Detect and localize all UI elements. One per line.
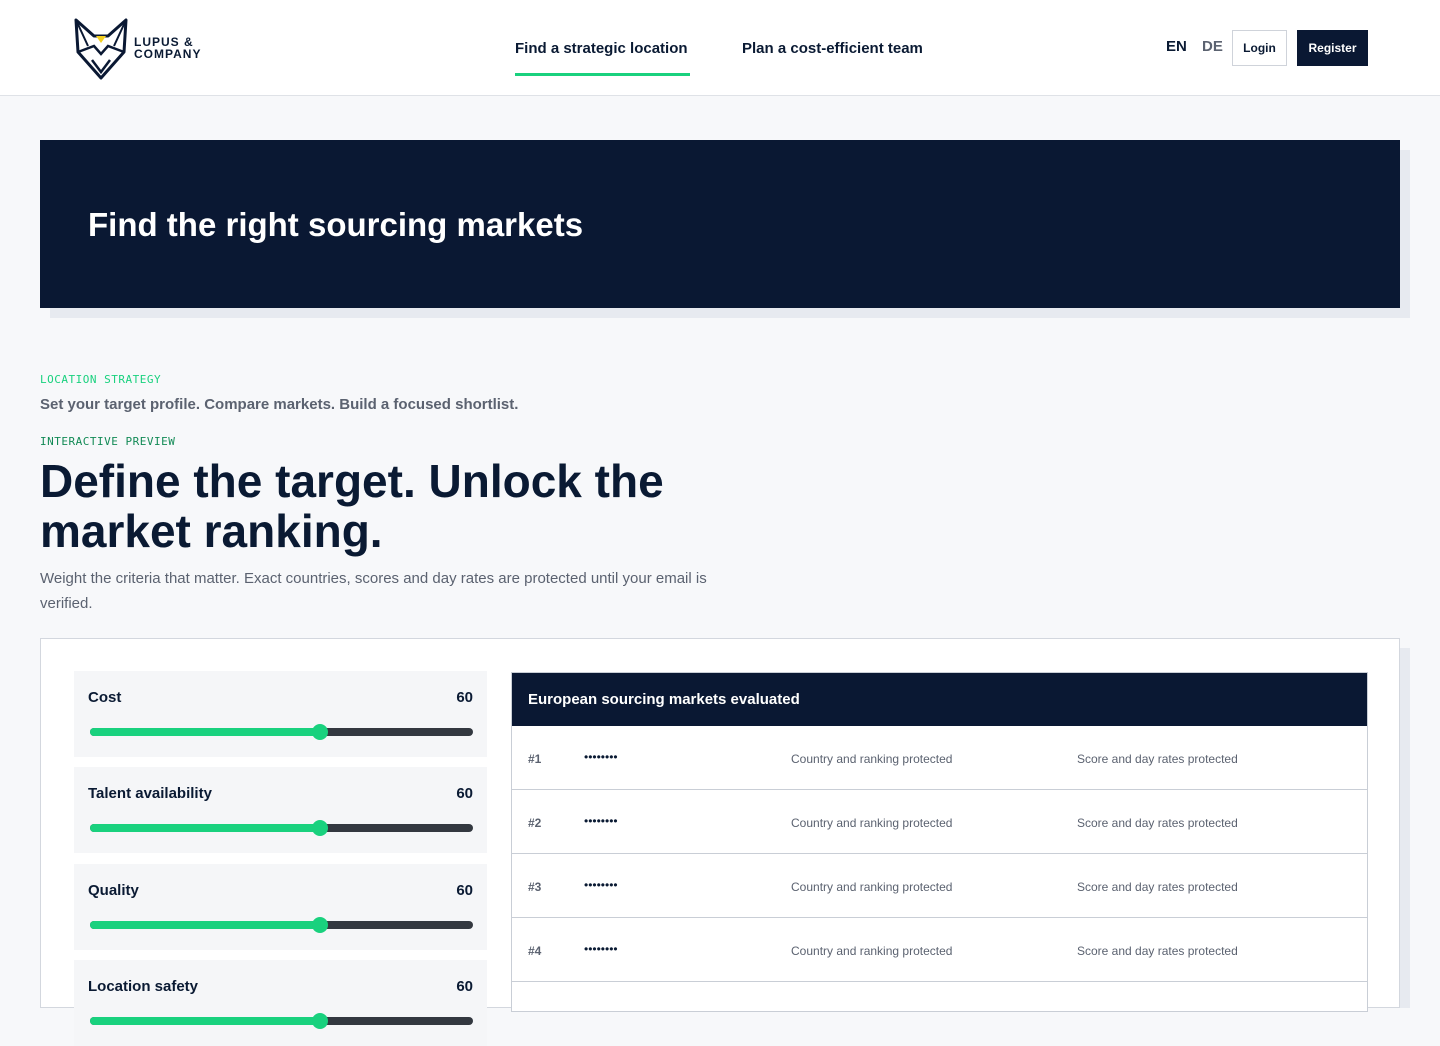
hero-banner: Find the right sourcing markets (40, 140, 1400, 308)
language-en[interactable]: EN (1166, 38, 1187, 55)
rank-cell: #2 (528, 816, 542, 830)
slider-track[interactable] (90, 820, 473, 836)
slider-fill (90, 921, 320, 929)
slider-label: Location safety (88, 978, 199, 995)
country-cell: Country and ranking protected (791, 880, 953, 894)
market-ranking-table: European sourcing markets evaluated #1 •… (511, 672, 1368, 1012)
table-row: #2 •••••••• Country and ranking protecte… (512, 790, 1367, 854)
masked-name-cell: •••••••• (584, 942, 618, 956)
logo-line-2: COMPANY (134, 47, 202, 61)
slider-value: 60 (456, 785, 473, 802)
slider-label: Talent availability (88, 785, 212, 802)
top-navigation-bar: LUPUS & COMPANY Find a strategic locatio… (0, 0, 1440, 96)
hero-title: Find the right sourcing markets (88, 206, 584, 243)
table-row: #4 •••••••• Country and ranking protecte… (512, 918, 1367, 982)
score-cell: Score and day rates protected (1077, 944, 1238, 958)
country-cell: Country and ranking protected (791, 944, 953, 958)
section-subline: Set your target profile. Compare markets… (40, 396, 519, 413)
nav-find-location[interactable]: Find a strategic location (515, 0, 688, 96)
slider-value: 60 (456, 978, 473, 995)
table-title: European sourcing markets evaluated (512, 673, 1367, 726)
score-cell: Score and day rates protected (1077, 880, 1238, 894)
slider-thumb[interactable] (311, 820, 328, 836)
rank-cell: #4 (528, 944, 542, 958)
slider-value: 60 (456, 882, 473, 899)
slider-value: 60 (456, 689, 473, 706)
score-cell: Score and day rates protected (1077, 816, 1238, 830)
table-row: #1 •••••••• Country and ranking protecte… (512, 726, 1367, 790)
country-cell: Country and ranking protected (791, 752, 953, 766)
slider-quality: Quality 60 (74, 864, 487, 950)
slider-fill (90, 824, 320, 832)
rank-cell: #3 (528, 880, 542, 894)
slider-location-safety: Location safety 60 (74, 960, 487, 1046)
logo-wordmark: LUPUS & COMPANY (134, 36, 201, 60)
page-description: Weight the criteria that matter. Exact c… (40, 570, 707, 612)
masked-name-cell: •••••••• (584, 878, 618, 892)
slider-fill (90, 1017, 320, 1025)
masked-name-cell: •••••••• (584, 750, 618, 764)
login-button[interactable]: Login (1232, 30, 1287, 66)
slider-talent-availability: Talent availability 60 (74, 767, 487, 853)
register-button[interactable]: Register (1297, 30, 1368, 66)
nav-active-indicator (515, 73, 690, 76)
slider-label: Quality (88, 882, 139, 899)
section-eyebrow: LOCATION STRATEGY (40, 373, 162, 386)
score-cell: Score and day rates protected (1077, 752, 1238, 766)
country-cell: Country and ranking protected (791, 816, 953, 830)
page-headline: Define the target. Unlock the market ran… (40, 455, 664, 557)
slider-track[interactable] (90, 1013, 473, 1029)
slider-thumb[interactable] (311, 1013, 328, 1029)
slider-thumb[interactable] (311, 724, 328, 740)
language-de[interactable]: DE (1202, 38, 1223, 55)
slider-label: Cost (88, 689, 122, 706)
preview-label: INTERACTIVE PREVIEW (40, 435, 176, 448)
nav-plan-team[interactable]: Plan a cost-efficient team (742, 0, 923, 96)
slider-thumb[interactable] (311, 917, 328, 933)
masked-name-cell: •••••••• (584, 814, 618, 828)
slider-track[interactable] (90, 917, 473, 933)
company-logo[interactable]: LUPUS & COMPANY (72, 16, 212, 80)
wolf-logo-icon (74, 18, 128, 80)
slider-fill (90, 728, 320, 736)
rank-cell: #1 (528, 752, 542, 766)
slider-track[interactable] (90, 724, 473, 740)
ranking-panel: Cost 60 Talent availability 60 Quality 6… (40, 638, 1400, 1046)
table-row: #3 •••••••• Country and ranking protecte… (512, 854, 1367, 918)
slider-cost: Cost 60 (74, 671, 487, 757)
